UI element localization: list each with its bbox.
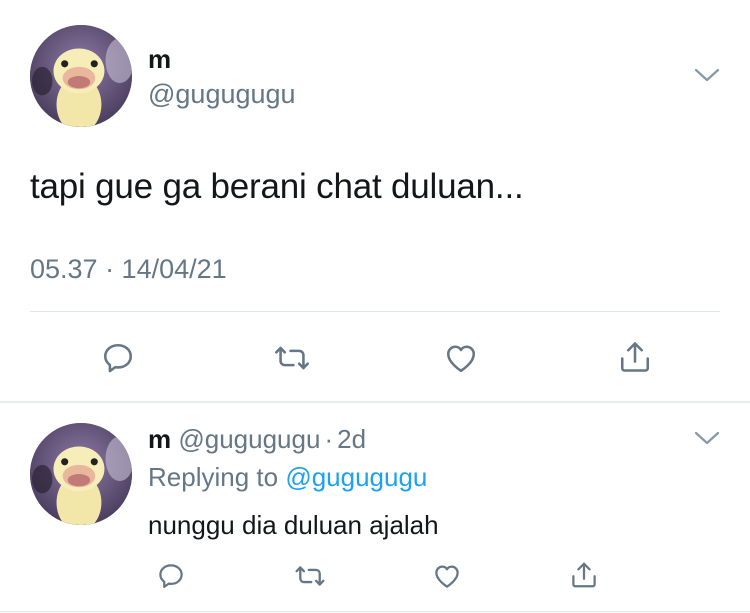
bottom-divider xyxy=(0,611,750,612)
replying-to-line: Replying to @gugugugu xyxy=(148,462,427,493)
display-name[interactable]: m xyxy=(148,424,171,454)
retweet-button[interactable] xyxy=(290,558,330,594)
retweet-button[interactable] xyxy=(270,338,314,378)
avatar[interactable] xyxy=(30,423,132,525)
replying-to-label: Replying to xyxy=(148,462,279,492)
reply-icon xyxy=(159,564,183,588)
user-handle[interactable]: @gugugugu xyxy=(178,424,320,454)
reply-icon xyxy=(103,343,133,373)
more-options-button[interactable] xyxy=(694,430,720,446)
share-icon xyxy=(620,342,650,372)
reply-text: nunggu dia duluan ajalah xyxy=(148,510,439,540)
share-button[interactable] xyxy=(566,556,602,594)
tweet-age[interactable]: 2d xyxy=(337,424,366,454)
like-button[interactable] xyxy=(441,338,481,378)
share-icon xyxy=(572,562,596,588)
avatar[interactable] xyxy=(30,25,132,127)
more-options-button[interactable] xyxy=(694,67,720,83)
reply-header: m @gugugugu · 2d xyxy=(148,424,366,455)
heart-icon xyxy=(446,345,476,373)
reply-button[interactable] xyxy=(153,558,189,594)
like-button[interactable] xyxy=(429,558,465,594)
separator-dot: · xyxy=(324,424,334,454)
divider xyxy=(30,311,720,312)
heart-icon xyxy=(435,565,459,588)
duck-avatar-image xyxy=(30,423,132,525)
replying-to-link[interactable]: @gugugugu xyxy=(285,462,427,492)
tweet-timestamp[interactable]: 05.37 · 14/04/21 xyxy=(30,254,227,285)
tweet-text: tapi gue ga berani chat duluan... xyxy=(30,167,524,206)
section-divider xyxy=(0,401,750,403)
reply-button[interactable] xyxy=(98,338,138,378)
retweet-icon xyxy=(275,346,309,370)
display-name[interactable]: m xyxy=(148,44,171,75)
retweet-icon xyxy=(295,566,325,586)
user-handle[interactable]: @gugugugu xyxy=(148,79,296,110)
share-button[interactable] xyxy=(615,336,655,378)
chevron-down-icon xyxy=(694,431,720,445)
chevron-down-icon xyxy=(694,68,720,82)
duck-avatar-image xyxy=(30,25,132,127)
